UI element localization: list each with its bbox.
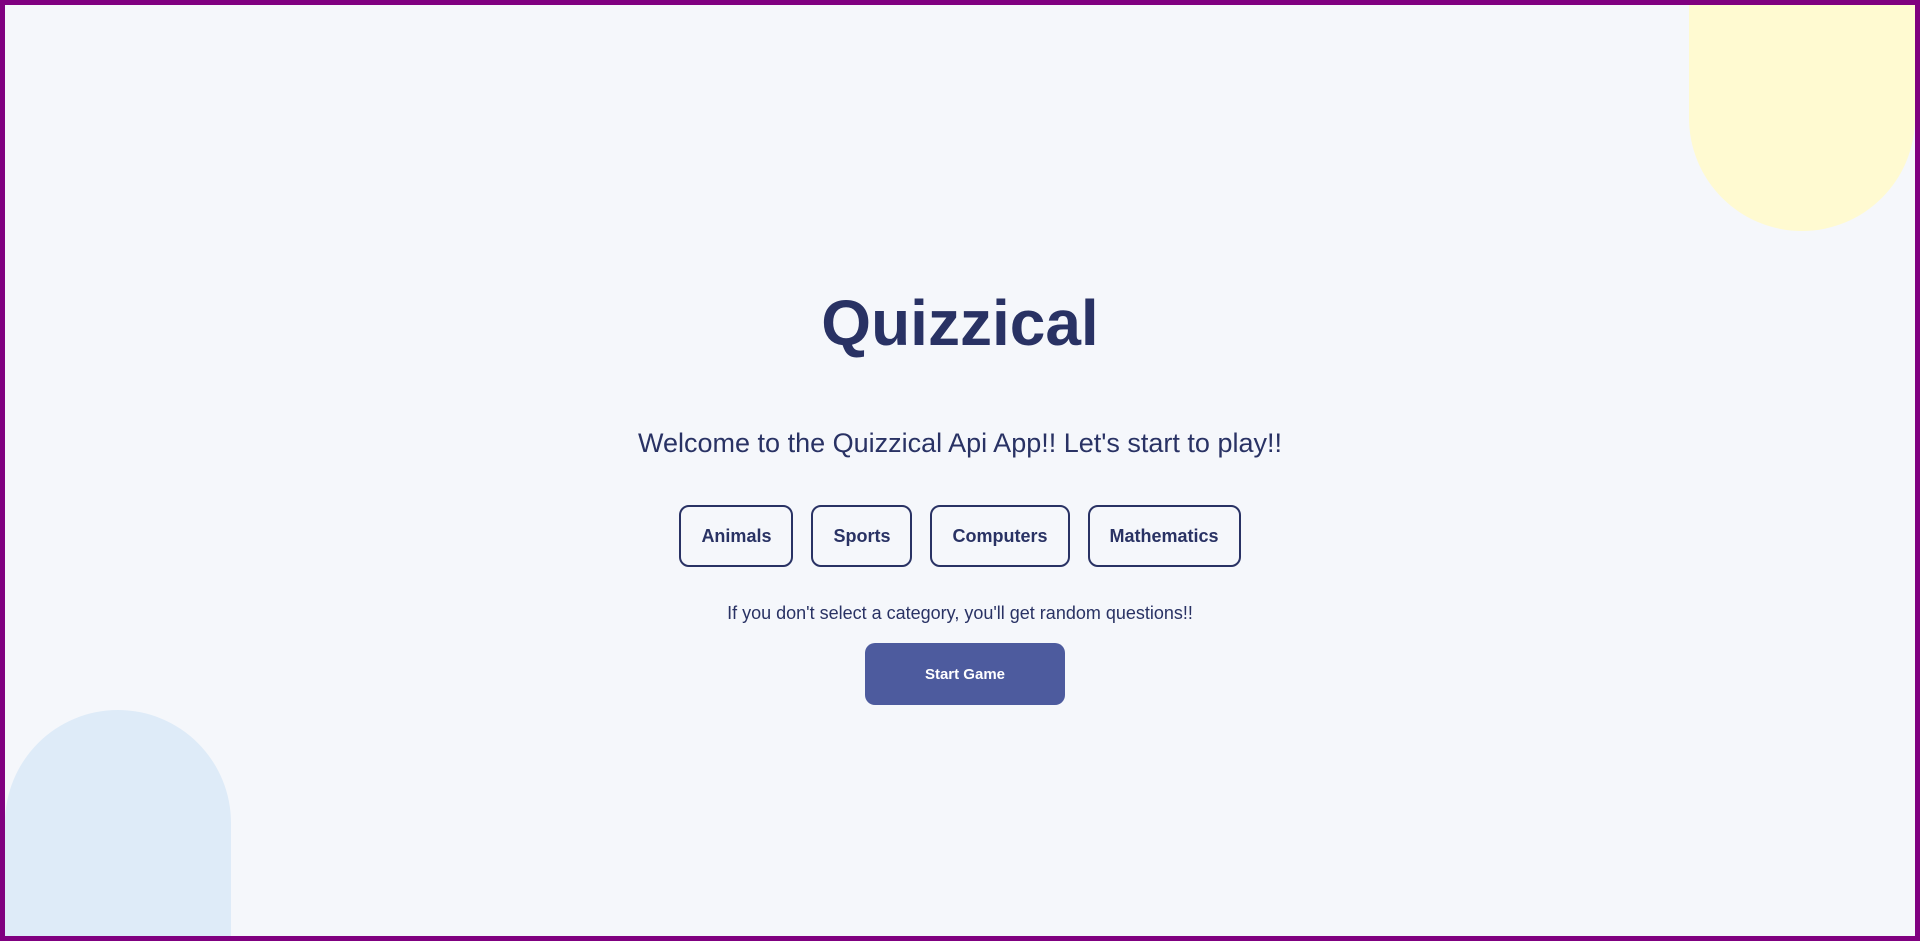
random-questions-hint: If you don't select a category, you'll g… [727,603,1193,623]
decorative-blue-blob [5,710,231,936]
app-title: Quizzical [821,287,1099,359]
category-button-mathematics[interactable]: Mathematics [1087,505,1241,567]
category-button-computers[interactable]: Computers [930,505,1070,567]
app-frame: Quizzical Welcome to the Quizzical Api A… [0,0,1920,941]
start-game-button[interactable]: Start Game [865,643,1065,705]
category-button-animals[interactable]: Animals [679,505,794,567]
category-button-sports[interactable]: Sports [811,505,913,567]
category-selector: Animals Sports Computers Mathematics [5,505,1915,567]
decorative-yellow-blob [1689,5,1915,231]
welcome-message: Welcome to the Quizzical Api App!! Let's… [638,428,1282,458]
